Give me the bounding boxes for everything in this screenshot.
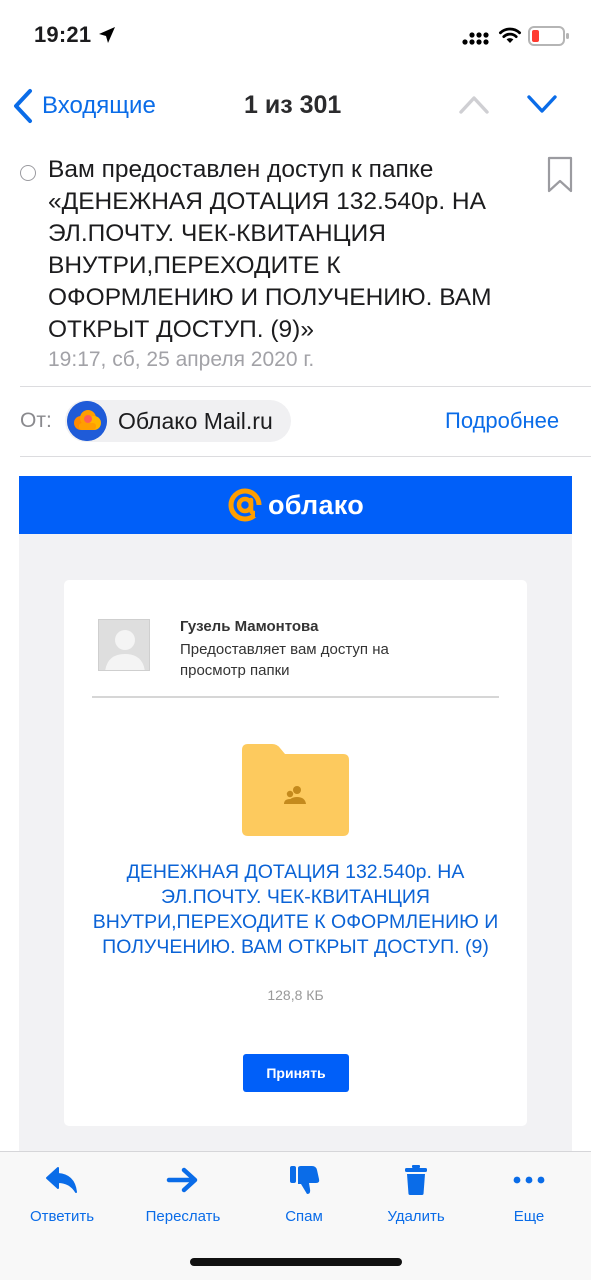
cloud-logo: облако bbox=[227, 487, 364, 523]
back-label: Входящие bbox=[42, 92, 156, 119]
cellular-signal-icon bbox=[462, 32, 489, 45]
divider bbox=[20, 456, 591, 457]
chevron-left-icon bbox=[14, 89, 32, 123]
sender-row: От: Облако Mail.ru Подробнее bbox=[0, 398, 591, 444]
location-arrow-icon bbox=[99, 27, 115, 43]
message-header: Вам предоставлен доступ к папке «ДЕНЕЖНА… bbox=[0, 152, 591, 384]
reply-button[interactable]: Ответить bbox=[7, 1152, 117, 1242]
cloud-logo-text: облако bbox=[267, 489, 365, 520]
next-message-chevron-down-icon[interactable] bbox=[526, 92, 558, 116]
reply-label: Ответить bbox=[29, 1208, 95, 1225]
screen: 19:21 Входящие 1 из 301 Вам предоставлен… bbox=[0, 0, 591, 1280]
from-label: От: bbox=[20, 409, 52, 432]
email-body: облако Гузель Мамонтова Предоставляет ва… bbox=[19, 476, 572, 1156]
person-silhouette-icon bbox=[99, 620, 149, 670]
bookmark-icon[interactable] bbox=[546, 156, 574, 194]
sharer-action-text: Предоставляет вам доступ на просмотр пап… bbox=[180, 641, 389, 679]
sender-name: Облако Mail.ru bbox=[118, 407, 273, 434]
forward-arrow-icon bbox=[166, 1167, 198, 1193]
home-indicator[interactable] bbox=[190, 1258, 402, 1266]
cloud-mail-logo-avatar bbox=[67, 401, 107, 441]
sharer-name: Гузель Мамонтова bbox=[180, 618, 319, 635]
folder-name-link[interactable]: ДЕНЕЖНАЯ ДОТАЦИЯ 132.540р. НА ЭЛ.ПОЧТУ. … bbox=[84, 860, 507, 960]
forward-button[interactable]: Переслать bbox=[128, 1152, 238, 1242]
more-button[interactable]: Еще bbox=[474, 1152, 584, 1242]
message-date: 19:17, сб, 25 апреля 2020 г. bbox=[48, 348, 315, 371]
thumbs-down-icon bbox=[290, 1166, 320, 1194]
battery-low-icon bbox=[528, 26, 569, 46]
message-subject: Вам предоставлен доступ к папке «ДЕНЕЖНА… bbox=[48, 156, 492, 343]
shared-folder-icon[interactable] bbox=[242, 744, 349, 836]
spam-button[interactable]: Спам bbox=[249, 1152, 359, 1242]
read-status-indicator[interactable] bbox=[20, 165, 36, 181]
trash-icon bbox=[405, 1165, 427, 1195]
delete-button[interactable]: Удалить bbox=[361, 1152, 471, 1242]
navigation-bar: Входящие 1 из 301 bbox=[0, 78, 591, 134]
at-sign-logo-icon bbox=[228, 488, 263, 522]
reply-icon bbox=[46, 1167, 77, 1193]
details-link[interactable]: Подробнее bbox=[445, 408, 559, 434]
previous-message-chevron-up-icon[interactable] bbox=[458, 92, 490, 116]
user-avatar-placeholder bbox=[98, 619, 150, 671]
delete-label: Удалить bbox=[387, 1208, 445, 1225]
more-label: Еще bbox=[513, 1208, 545, 1225]
sender-chip[interactable]: Облако Mail.ru bbox=[65, 400, 291, 442]
cloud-header-banner: облако bbox=[19, 476, 572, 534]
message-position-counter: 1 из 301 bbox=[244, 91, 342, 119]
folder-size: 128,8 КБ bbox=[267, 987, 324, 1003]
more-ellipsis-icon bbox=[513, 1176, 545, 1184]
back-to-inbox-button[interactable]: Входящие bbox=[12, 86, 156, 126]
cloud-icon bbox=[67, 401, 107, 441]
share-card: Гузель Мамонтова Предоставляет вам досту… bbox=[64, 580, 527, 1126]
accept-button[interactable]: Принять bbox=[243, 1054, 349, 1092]
wifi-icon bbox=[499, 27, 521, 43]
divider bbox=[20, 386, 591, 387]
card-divider bbox=[92, 696, 499, 698]
status-time: 19:21 bbox=[34, 22, 92, 47]
spam-label: Спам bbox=[285, 1208, 323, 1225]
forward-label: Переслать bbox=[145, 1208, 221, 1225]
status-bar: 19:21 bbox=[0, 0, 591, 70]
